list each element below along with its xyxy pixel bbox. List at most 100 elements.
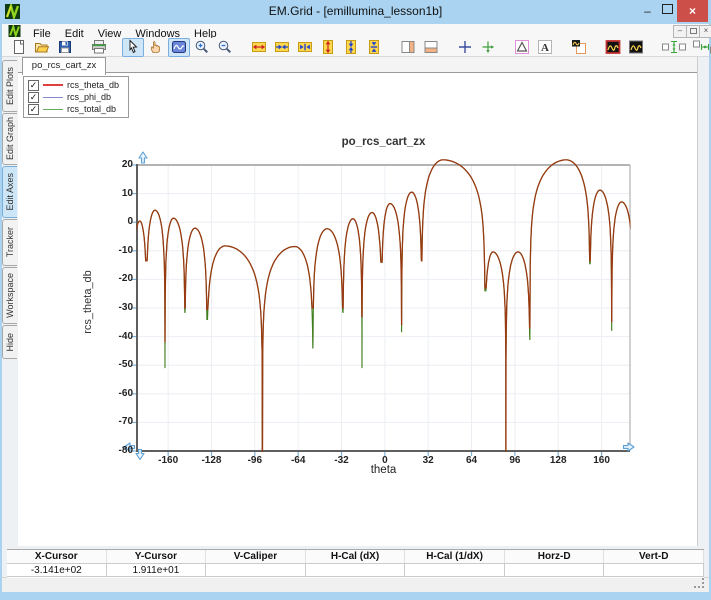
toolbar-icon-distribute-vertical[interactable]	[659, 38, 689, 57]
toolbar-group: A	[511, 38, 557, 57]
legend-row: ✓ rcs_phi_db	[24, 91, 128, 103]
toolbar-icon-compress-y[interactable]	[340, 38, 362, 57]
close-button[interactable]: ×	[677, 0, 708, 22]
toolbar-group	[8, 38, 77, 57]
sidebar-tab-label: Workspace	[5, 273, 15, 318]
resize-grip[interactable]	[694, 578, 706, 590]
status-header-x-cursor: X-Cursor	[7, 550, 107, 563]
cursor-status-bar: X-CursorY-CursorV-CaliperH-Cal (dX)H-Cal…	[7, 549, 704, 578]
toolbar-icon-pan-hand[interactable]	[145, 38, 167, 57]
toolbar-icon-compress-x[interactable]	[271, 38, 293, 57]
status-value-h-cal-dx-	[306, 563, 406, 577]
toolbar-icon-expand-x[interactable]	[248, 38, 270, 57]
sidebar-tab-workspace[interactable]: Workspace	[2, 267, 17, 324]
menu-items: FileEditViewWindowsHelp	[26, 24, 224, 38]
toolbar-icon-select-pointer[interactable]	[122, 38, 144, 57]
toolbar-icon-delta-marker[interactable]	[511, 38, 533, 57]
sidebar-tab-label: Edit Graph	[5, 117, 15, 160]
toolbar-icon-tracker-cursor[interactable]	[477, 38, 499, 57]
status-value-h-cal-1-dx-	[405, 563, 505, 577]
sidebar-tabs: Edit Plots Edit Graph Edit Axes Tracker Work…	[2, 58, 18, 588]
legend-checkbox[interactable]: ✓	[28, 92, 39, 103]
toolbar-group	[248, 38, 386, 57]
window-bottom-edge	[0, 592, 711, 600]
legend-row: ✓ rcs_total_db	[24, 103, 128, 115]
menu-bar: FileEditViewWindowsHelp – ×	[2, 24, 709, 38]
toolbar-group	[122, 38, 237, 57]
toolbar-icon-add-cross-marker[interactable]	[454, 38, 476, 57]
toolbar-group	[659, 38, 711, 57]
toolbar: ALayout▼	[2, 38, 709, 57]
toolbar-group	[397, 38, 443, 57]
legend-row: ✓ rcs_theta_db	[24, 79, 128, 91]
status-value-v-caliper	[206, 563, 306, 577]
toolbar-icon-curve-window-active[interactable]	[602, 38, 624, 57]
child-restore-button[interactable]	[686, 25, 700, 38]
toolbar-icon-new-file[interactable]	[8, 38, 30, 57]
toolbar-icon-split-vertical[interactable]	[397, 38, 419, 57]
sidebar-tab-edit-axes[interactable]: Edit Axes	[2, 166, 17, 218]
status-value-row: -3.141e+021.911e+01	[7, 563, 704, 577]
legend-label: rcs_phi_db	[67, 92, 111, 102]
toolbar-icon-zoom-out[interactable]	[214, 38, 236, 57]
legend-box: ✓ rcs_theta_db ✓ rcs_phi_db ✓ rcs_total_db	[23, 76, 129, 118]
toolbar-icon-expand-y[interactable]	[317, 38, 339, 57]
status-header-h-cal-1-dx-: H-Cal (1/dX)	[405, 550, 505, 563]
window-title: EM.Grid - [emillumina_lesson1b]	[0, 4, 711, 18]
toolbar-icon-text-label[interactable]: A	[534, 38, 556, 57]
toolbar-icon-zoom-in[interactable]	[191, 38, 213, 57]
sidebar-tab-edit-plots[interactable]: Edit Plots	[2, 60, 17, 112]
toolbar-icon-split-horizontal[interactable]	[420, 38, 442, 57]
legend-line-swatch	[43, 97, 63, 98]
status-header-vert-d: Vert-D	[604, 550, 704, 563]
child-close-button[interactable]: ×	[699, 25, 711, 38]
toolbar-icon-fit-x[interactable]	[294, 38, 316, 57]
toolbar-icon-copy-curve[interactable]	[568, 38, 590, 57]
x-axis-label: theta	[137, 464, 630, 476]
child-minimize-button[interactable]: –	[673, 25, 687, 38]
legend-label: rcs_theta_db	[67, 80, 119, 90]
svg-text:A: A	[541, 42, 549, 54]
status-header-y-cursor: Y-Cursor	[107, 550, 207, 563]
graph-tab[interactable]: po_rcs_cart_zx	[22, 57, 106, 75]
toolbar-icon-zoom-window[interactable]	[168, 38, 190, 57]
status-header-row: X-CursorY-CursorV-CaliperH-Cal (dX)H-Cal…	[7, 550, 704, 563]
toolbar-group	[454, 38, 500, 57]
status-header-h-cal-dx-: H-Cal (dX)	[306, 550, 406, 563]
sidebar-tab-label: Tracker	[5, 227, 15, 257]
bottom-strip	[2, 577, 709, 593]
toolbar-icon-fit-y[interactable]	[363, 38, 385, 57]
legend-checkbox[interactable]: ✓	[28, 80, 39, 91]
status-header-horz-d: Horz-D	[505, 550, 605, 563]
status-value-horz-d	[505, 563, 605, 577]
tab-strip	[18, 57, 697, 73]
maximize-button[interactable]	[658, 3, 677, 20]
minimize-button[interactable]: –	[638, 3, 657, 20]
status-value-x-cursor: -3.141e+02	[7, 563, 107, 577]
toolbar-group	[568, 38, 591, 57]
document-icon	[8, 25, 21, 37]
status-value-y-cursor: 1.911e+01	[107, 563, 207, 577]
toolbar-group	[602, 38, 648, 57]
toolbar-icon-open-file[interactable]	[31, 38, 53, 57]
sidebar-tab-label: Hide	[5, 333, 15, 352]
sidebar-tab-tracker[interactable]: Tracker	[2, 219, 17, 266]
legend-checkbox[interactable]: ✓	[28, 104, 39, 115]
status-header-v-caliper: V-Caliper	[206, 550, 306, 563]
sidebar-tab-hide[interactable]: Hide	[2, 325, 17, 359]
toolbar-icon-save[interactable]	[54, 38, 76, 57]
legend-label: rcs_total_db	[67, 104, 116, 114]
sidebar-tab-edit-graph[interactable]: Edit Graph	[2, 113, 17, 165]
sidebar-tab-label: Edit Axes	[5, 173, 15, 211]
toolbar-icon-curve-window[interactable]	[625, 38, 647, 57]
legend-line-swatch	[43, 109, 63, 110]
plot-title: po_rcs_cart_zx	[137, 136, 630, 148]
sidebar-tab-label: Edit Plots	[5, 67, 15, 105]
y-axis-label: rcs_theta_db	[82, 270, 94, 334]
status-value-vert-d	[604, 563, 704, 577]
toolbar-icon-distribute-horizontal[interactable]	[690, 38, 711, 57]
toolbar-icon-print[interactable]	[88, 38, 110, 57]
toolbar-group	[88, 38, 111, 57]
title-bar[interactable]: EM.Grid - [emillumina_lesson1b] – ×	[0, 0, 711, 24]
legend-line-swatch	[43, 84, 63, 86]
